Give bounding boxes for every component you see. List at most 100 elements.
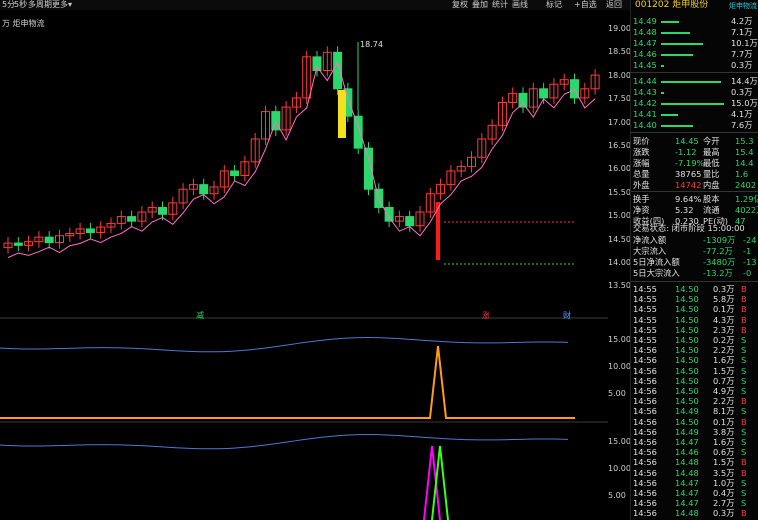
tick-direction: S: [741, 477, 747, 488]
tick-price: 14.48: [675, 467, 699, 478]
order-volume: 10.1万: [731, 38, 758, 48]
tick-time: 14:56: [633, 488, 657, 498]
tick-time: 14:56: [633, 457, 657, 468]
tick-time: 14:56: [633, 508, 657, 519]
price-axis-tick: 17.50: [608, 94, 631, 104]
ind2-axis-tick: 15.00: [608, 437, 631, 446]
order-volume-bar: [661, 125, 693, 127]
tick-time: 14:56: [633, 447, 657, 458]
stock-header[interactable]: 001202 炬申股份: [635, 0, 708, 11]
back-button[interactable]: 返回: [606, 0, 622, 10]
tick-row: 14:56 14.49 3.8万 S: [633, 427, 757, 437]
tick-volume: 3.8万: [713, 426, 735, 437]
bookmark-button[interactable]: 标记: [546, 0, 562, 10]
tick-volume: 1.6万: [713, 355, 735, 366]
indicator-line-2: [0, 434, 569, 450]
tick-direction: B: [741, 304, 747, 315]
order-price: 14.45: [633, 60, 657, 70]
tick-price: 14.49: [675, 426, 699, 437]
order-book-row[interactable]: 14.42: [633, 98, 657, 109]
stats-button[interactable]: 统计: [492, 0, 508, 10]
tick-time: 14:56: [633, 375, 657, 386]
order-volume: 15.0万: [731, 98, 758, 108]
quote-label: 流通: [703, 205, 720, 215]
stock-tag: 炬申物流: [729, 2, 757, 10]
price-axis-tick: 16.00: [608, 164, 631, 174]
price-axis-tick: 16.50: [608, 141, 631, 150]
order-book-row[interactable]: 14.44: [633, 76, 657, 87]
tick-price: 14.50: [675, 294, 699, 305]
tick-volume: 1.5万: [713, 365, 735, 376]
tick-volume: 1.5万: [713, 457, 735, 468]
price-axis-tick: 15.00: [608, 211, 631, 221]
marker-right: 财: [563, 311, 571, 320]
tick-volume: 2.3万: [713, 324, 735, 335]
ind1-axis-tick: 15.00: [608, 335, 631, 344]
add-watchlist-button[interactable]: +自选: [574, 0, 597, 10]
tick-volume: 1.0万: [713, 477, 735, 488]
period-5sec[interactable]: 5秒: [14, 0, 27, 10]
tick-price: 14.50: [675, 365, 699, 376]
order-price: 14.47: [633, 38, 657, 48]
overlay-button[interactable]: 叠加: [472, 0, 488, 10]
price-axis-tick: 18.50: [608, 47, 631, 57]
quote-label: 涨幅: [633, 158, 650, 168]
tick-direction: S: [741, 335, 747, 345]
tick-row: 14:56 14.48 3.5万 B: [633, 468, 757, 478]
quote-value: 9.64%: [675, 194, 702, 204]
order-book-row[interactable]: 14.43: [633, 87, 657, 98]
tick-row: 14:56 14.50 2.2万 B: [633, 396, 757, 406]
tick-row: 14:56 14.47 1.6万 S: [633, 437, 757, 447]
candle: [199, 184, 209, 195]
quote-value: 14.4: [735, 158, 754, 168]
order-volume-bar: [661, 103, 724, 105]
order-price: 14.43: [633, 87, 657, 97]
tick-volume: 0.4万: [713, 488, 735, 498]
quote-label: 涨跌: [633, 147, 650, 157]
order-book-row[interactable]: 14.45: [633, 60, 657, 71]
tick-row: 14:56 14.48 1.5万 B: [633, 457, 757, 467]
order-book-row[interactable]: 14.47: [633, 38, 657, 49]
price-axis-tick: 14.00: [608, 258, 631, 267]
more-menu[interactable]: 更多▾: [52, 0, 72, 10]
tick-price: 14.47: [675, 498, 699, 509]
marker-left: 减: [196, 311, 204, 320]
order-book-row[interactable]: 14.41: [633, 109, 657, 120]
tick-volume: 1.6万: [713, 437, 735, 447]
order-book-row[interactable]: 14.49: [633, 16, 657, 27]
candle: [127, 216, 137, 222]
tick-row: 14:56 14.47 0.4万 S: [633, 488, 757, 498]
quote-label: 量比: [703, 169, 720, 179]
kline-chart[interactable]: [0, 10, 608, 520]
tick-time: 14:56: [633, 437, 657, 447]
signal-line-orange: [0, 345, 575, 419]
quote-label: 总量: [633, 169, 650, 179]
tick-row: 14:55 14.50 5.8万 B: [633, 294, 757, 304]
tick-direction: B: [741, 314, 747, 325]
quote-label: 今开: [703, 136, 720, 146]
tick-volume: 0.7万: [713, 375, 735, 386]
multi-period[interactable]: 多周期: [28, 0, 52, 10]
order-book-row[interactable]: 14.46: [633, 49, 657, 60]
tick-price: 14.50: [675, 345, 699, 356]
draw-button[interactable]: 画线: [512, 0, 528, 10]
tick-volume: 0.6万: [713, 447, 735, 458]
tick-time: 14:55: [633, 284, 657, 294]
tick-row: 14:55 14.50 0.2万 S: [633, 335, 757, 345]
flow-label: 5日大宗流入: [633, 268, 680, 278]
tick-row: 14:56 14.50 0.1万 B: [633, 417, 757, 427]
order-book-row[interactable]: 14.48: [633, 27, 657, 38]
order-volume-bar: [661, 114, 679, 116]
adjust-button[interactable]: 复权: [452, 0, 468, 10]
price-axis-tick: 18.00: [608, 70, 631, 80]
tick-volume: 0.1万: [713, 416, 735, 427]
order-book-row[interactable]: 14.40: [633, 120, 657, 131]
tick-direction: B: [741, 508, 747, 519]
order-volume: 0.3万: [731, 87, 753, 97]
quote-value: 4022万: [735, 205, 758, 215]
flow-value-2: -24: [743, 235, 757, 245]
tick-volume: 4.3万: [713, 314, 735, 325]
tick-direction: B: [741, 467, 747, 478]
quote-value: 14.45: [675, 136, 699, 146]
tick-volume: 8.1万: [713, 406, 735, 417]
